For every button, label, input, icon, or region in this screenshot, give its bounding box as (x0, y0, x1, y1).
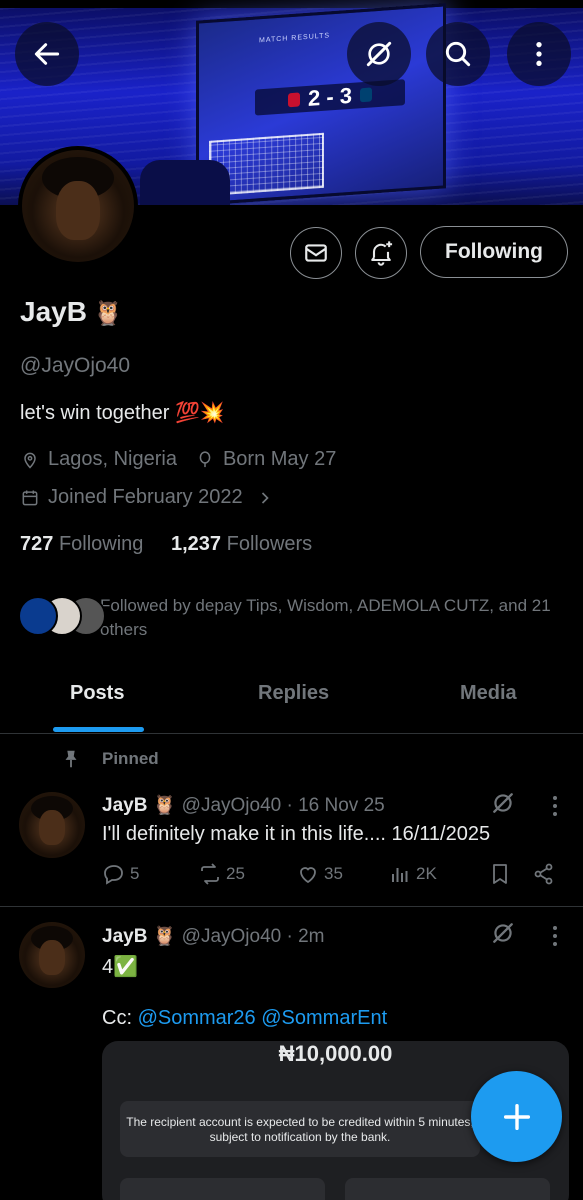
profile-joined-row[interactable]: Joined February 2022 (20, 486, 275, 509)
post-header: JayB 🦉 @JayOjo40 · 2m (102, 924, 325, 948)
post-more-icon[interactable] (553, 926, 559, 950)
tabs-divider (0, 733, 583, 734)
receipt-button-left (120, 1178, 325, 1200)
joined-text: Joined February 2022 (48, 486, 243, 508)
owl-emoji: 🦉 (152, 795, 177, 816)
more-button[interactable] (507, 22, 571, 86)
post-author[interactable]: JayB (102, 926, 147, 947)
reply-icon (104, 865, 123, 885)
followers-label: Followers (226, 533, 313, 555)
search-button[interactable] (426, 22, 490, 86)
message-button[interactable] (290, 227, 342, 279)
heart-icon (300, 867, 316, 884)
post-avatar[interactable] (19, 922, 85, 988)
followed-by-text[interactable]: Followed by depay Tips, Wisdom, ADEMOLA … (100, 594, 570, 642)
back-icon (34, 43, 60, 65)
avatar-image (22, 150, 134, 262)
following-button[interactable]: Following (420, 226, 568, 278)
receipt-amount: ₦10,000.00 (278, 1041, 393, 1066)
reply-button[interactable]: 5 (102, 862, 139, 886)
following-link[interactable]: 727 Following (20, 533, 143, 555)
post-header: JayB 🦉 @JayOjo40 · 16 Nov 25 (102, 793, 385, 817)
profile-location-row: Lagos, Nigeria Born May 27 (20, 448, 336, 471)
like-count: 35 (324, 864, 343, 883)
post-author[interactable]: JayB (102, 795, 147, 816)
owl-emoji: 🦉 (92, 300, 123, 327)
plus-icon (503, 1103, 530, 1130)
pinned-text: Pinned (102, 749, 159, 768)
back-button[interactable] (15, 22, 79, 86)
away-crest-icon (360, 87, 373, 103)
chevron-right-icon (261, 491, 269, 504)
following-count: 727 (20, 533, 54, 555)
search-icon (445, 41, 471, 67)
profile-handle: @JayOjo40 (20, 354, 131, 377)
follow-counts: 727 Following 1,237 Followers (20, 533, 312, 556)
tv-match-title: MATCH RESULTS (259, 32, 331, 45)
mention-link[interactable]: @SommarEnt (261, 1007, 387, 1029)
post-text: 4✅ (102, 956, 139, 978)
post-time: · 16 Nov 25 (286, 795, 385, 816)
mention-link[interactable]: @Sommar26 (138, 1007, 256, 1029)
post-handle: @JayOjo40 (181, 795, 282, 816)
followers-link[interactable]: 1,237 Followers (171, 533, 312, 555)
reply-count: 5 (130, 864, 140, 883)
post-more-icon[interactable] (553, 796, 559, 820)
depay-tips-avatar (18, 596, 58, 636)
post-divider (0, 906, 583, 907)
receipt-button-right (345, 1178, 550, 1200)
banner-tv-image: MATCH RESULTS 2 - 3 (196, 3, 446, 205)
following-label: Following (58, 533, 144, 555)
repost-button[interactable]: 25 (198, 862, 245, 886)
more-icon (536, 42, 542, 66)
profile-name: JayB 🦉 (20, 296, 123, 328)
pin-icon (65, 750, 77, 768)
post-cc-line: Cc: @Sommar26 @SommarEnt (102, 1007, 387, 1030)
balloon-icon (199, 450, 211, 467)
post-actions: 5 25 35 2K (102, 862, 562, 890)
bookmark-icon (493, 864, 507, 884)
grok-button[interactable] (347, 22, 411, 86)
post-time: · 2m (286, 926, 325, 947)
like-button[interactable]: 35 (296, 862, 343, 886)
views-button[interactable]: 2K (388, 862, 437, 886)
grok-icon (366, 41, 392, 67)
location-pin-icon (24, 452, 36, 469)
post-handle: @JayOjo40 (181, 926, 282, 947)
tab-posts[interactable]: Posts (70, 682, 124, 705)
location-text: Lagos, Nigeria (48, 448, 177, 470)
pinned-label: Pinned (60, 748, 159, 770)
tab-replies[interactable]: Replies (258, 682, 329, 705)
profile-avatar[interactable] (18, 146, 138, 266)
post-avatar[interactable] (19, 792, 85, 858)
born-text: Born May 27 (222, 448, 337, 470)
share-icon (534, 863, 553, 885)
status-bar (0, 0, 583, 8)
tv-score: 2 - 3 (307, 82, 353, 111)
bell-plus-icon (371, 241, 393, 266)
post-text: I'll definitely make it in this life....… (102, 823, 491, 845)
tab-media[interactable]: Media (460, 682, 517, 705)
envelope-icon (305, 244, 327, 262)
views-icon (392, 868, 408, 882)
compose-button[interactable] (471, 1071, 562, 1162)
notify-button[interactable] (355, 227, 407, 279)
profile-bio: let's win together 💯💥 (20, 402, 225, 424)
repost-icon (201, 863, 219, 885)
repost-count: 25 (226, 864, 245, 883)
followers-count: 1,237 (170, 533, 222, 555)
bookmark-button[interactable] (488, 862, 512, 886)
cc-label: Cc: (102, 1007, 132, 1029)
receipt-notice: The recipient account is expected to be … (120, 1101, 480, 1157)
view-count: 2K (416, 864, 437, 883)
profile-name-text: JayB (20, 296, 87, 327)
share-button[interactable] (532, 862, 556, 886)
calendar-icon (22, 490, 38, 505)
active-tab-indicator (53, 727, 144, 732)
banner-chair (140, 160, 230, 205)
owl-emoji: 🦉 (152, 926, 177, 947)
grok-icon[interactable] (490, 790, 516, 816)
grok-icon[interactable] (490, 920, 516, 946)
home-crest-icon (287, 92, 300, 108)
